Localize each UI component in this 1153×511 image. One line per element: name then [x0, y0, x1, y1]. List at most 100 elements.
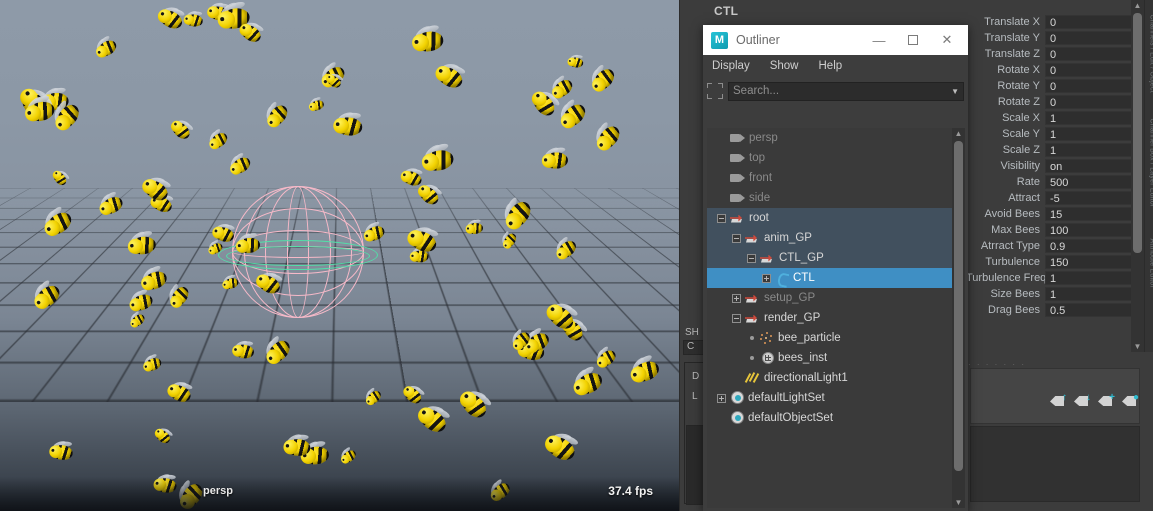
channel-box[interactable]: Translate X 0 Translate Y 0 Translate Z 0 Rota… [966, 14, 1142, 352]
channel-value-field[interactable]: 0.5 [1045, 303, 1142, 317]
channel-value-field[interactable]: 1 [1045, 143, 1142, 157]
bee-instance [264, 101, 292, 131]
outliner-scrollbar[interactable]: ▲ ▼ [952, 128, 965, 508]
outliner-row-ctl[interactable]: CTL [707, 268, 954, 288]
menu-item-display[interactable]: Display [712, 60, 750, 72]
channel-row[interactable]: Rotate Z 0 [966, 94, 1142, 110]
channel-row[interactable]: Drag Bees 0.5 [966, 302, 1142, 318]
layer-list[interactable] [970, 426, 1140, 502]
channel-value-field[interactable]: 0 [1045, 31, 1142, 45]
outliner-row-root[interactable]: root [707, 208, 954, 228]
outliner-row-defaultlightset[interactable]: defaultLightSet [707, 388, 954, 408]
outliner-row-ctl_gp[interactable]: CTL_GP [707, 248, 954, 268]
channel-value-field[interactable]: 0 [1045, 63, 1142, 77]
close-button[interactable]: ✕ [930, 25, 964, 55]
channel-row[interactable]: Rotate Y 0 [966, 78, 1142, 94]
layer-editor[interactable]: · · · · · · · ↑ ↓ + ● [968, 360, 1144, 505]
collapse-toggle-icon[interactable] [732, 233, 741, 243]
bee-instance [549, 74, 576, 102]
channel-value-field[interactable]: 100 [1045, 223, 1142, 237]
channel-value-field[interactable]: 1 [1045, 271, 1142, 285]
outliner-row-persp[interactable]: persp [707, 128, 954, 148]
viewport-3d[interactable]: persp 37.4 fps [0, 0, 679, 511]
outliner-row-top[interactable]: top [707, 148, 954, 168]
channel-row[interactable]: Avoid Bees 15 [966, 206, 1142, 222]
channel-row[interactable]: Translate Z 0 [966, 46, 1142, 62]
channel-row[interactable]: Turbulence Freq 1 [966, 270, 1142, 286]
move-layer-down-icon[interactable]: ↓ [1074, 393, 1091, 407]
menu-item-help[interactable]: Help [819, 60, 843, 72]
outliner-row-anim_gp[interactable]: anim_GP [707, 228, 954, 248]
channel-row[interactable]: Size Bees 1 [966, 286, 1142, 302]
outliner-row-label: side [749, 192, 771, 204]
outliner-scroll-down-icon[interactable]: ▼ [952, 497, 965, 508]
scroll-down-arrow-icon[interactable]: ▼ [1131, 341, 1144, 352]
expand-toggle-icon[interactable] [717, 393, 726, 403]
channel-row[interactable]: Visibility on [966, 158, 1142, 174]
outliner-scrollbar-thumb[interactable] [954, 141, 963, 471]
channel-box-scrollbar[interactable]: ▲ ▼ [1131, 0, 1144, 352]
channel-value-field[interactable]: 0 [1045, 47, 1142, 61]
channel-value-field[interactable]: 150 [1045, 255, 1142, 269]
side-tab-channels[interactable]: Channels / Edit / Object [1149, 15, 1153, 93]
channel-row[interactable]: Translate Y 0 [966, 30, 1142, 46]
outliner-window[interactable]: M Outliner — ✕ Display Show Help Search.… [703, 25, 968, 511]
channel-row[interactable]: Scale Z 1 [966, 142, 1142, 158]
channel-label: Drag Bees [988, 304, 1040, 316]
maximize-button[interactable] [896, 25, 930, 55]
outliner-row-bee_particle[interactable]: bee_particle [707, 328, 954, 348]
channel-value-field[interactable]: 0 [1045, 95, 1142, 109]
outliner-menu-bar[interactable]: Display Show Help [703, 55, 968, 77]
expand-toggle-icon[interactable] [732, 293, 741, 303]
scroll-up-arrow-icon[interactable]: ▲ [1131, 0, 1144, 11]
new-layer-from-selected-icon[interactable]: ● [1122, 393, 1139, 407]
channel-row[interactable]: Attract -5 [966, 190, 1142, 206]
channel-row[interactable]: Rotate X 0 [966, 62, 1142, 78]
channel-value-field[interactable]: 0.9 [1045, 239, 1142, 253]
chevron-down-icon[interactable]: ▼ [951, 87, 959, 96]
side-tab-attribute-editor[interactable]: Attribute Editor [1149, 239, 1153, 309]
channel-value-field[interactable]: 1 [1045, 111, 1142, 125]
outliner-row-directionallight1[interactable]: directionalLight1 [707, 368, 954, 388]
channel-value-field[interactable]: 1 [1045, 127, 1142, 141]
channel-row[interactable]: Scale X 1 [966, 110, 1142, 126]
channel-value-field[interactable]: 0 [1045, 15, 1142, 29]
new-layer-icon[interactable]: + [1098, 393, 1115, 407]
outliner-scroll-up-icon[interactable]: ▲ [952, 128, 965, 139]
collapse-toggle-icon[interactable] [732, 313, 741, 323]
channel-box-side-tabs[interactable]: Channels / Edit / Object Channel Box / L… [1144, 0, 1153, 352]
outliner-row-setup_gp[interactable]: setup_GP [707, 288, 954, 308]
outliner-tree[interactable]: persp top front side root anim_GP CTL_GP CTL set… [707, 128, 954, 508]
channel-row[interactable]: Scale Y 1 [966, 126, 1142, 142]
outliner-row-side[interactable]: side [707, 188, 954, 208]
channel-row[interactable]: Turbulence 150 [966, 254, 1142, 270]
channel-row[interactable]: Translate X 0 [966, 14, 1142, 30]
outliner-row-render_gp[interactable]: render_GP [707, 308, 954, 328]
expand-toggle-icon[interactable] [762, 273, 771, 283]
menu-item-show[interactable]: Show [770, 60, 799, 72]
channel-row[interactable]: Rate 500 [966, 174, 1142, 190]
channel-value-field[interactable]: 0 [1045, 79, 1142, 93]
channel-row[interactable]: Max Bees 100 [966, 222, 1142, 238]
outliner-row-front[interactable]: front [707, 168, 954, 188]
channel-value-field[interactable]: 500 [1045, 175, 1142, 189]
bee-instance [168, 118, 195, 142]
collapse-toggle-icon[interactable] [717, 213, 726, 223]
channel-value-field[interactable]: 1 [1045, 287, 1142, 301]
outliner-row-defaultobjectset[interactable]: defaultObjectSet [707, 408, 954, 428]
outliner-search-row[interactable]: Search... ▼ [707, 80, 964, 102]
scrollbar-thumb[interactable] [1133, 13, 1142, 253]
channel-row[interactable]: Atrract Type 0.9 [966, 238, 1142, 254]
side-tab-layer-editor[interactable]: Channel Box / Layer Editor [1149, 119, 1153, 208]
outliner-title-bar[interactable]: M Outliner — ✕ [703, 25, 968, 55]
group-transform-icon [745, 233, 761, 244]
layer-editor-buttons[interactable]: ↑ ↓ + ● [1050, 393, 1139, 407]
channel-value-field[interactable]: on [1045, 159, 1142, 173]
channel-value-field[interactable]: 15 [1045, 207, 1142, 221]
collapse-toggle-icon[interactable] [747, 253, 756, 263]
search-input[interactable]: Search... ▼ [728, 81, 964, 101]
minimize-button[interactable]: — [862, 25, 896, 55]
channel-value-field[interactable]: -5 [1045, 191, 1142, 205]
outliner-row-bees_inst[interactable]: bees_inst [707, 348, 954, 368]
move-layer-up-icon[interactable]: ↑ [1050, 393, 1067, 407]
